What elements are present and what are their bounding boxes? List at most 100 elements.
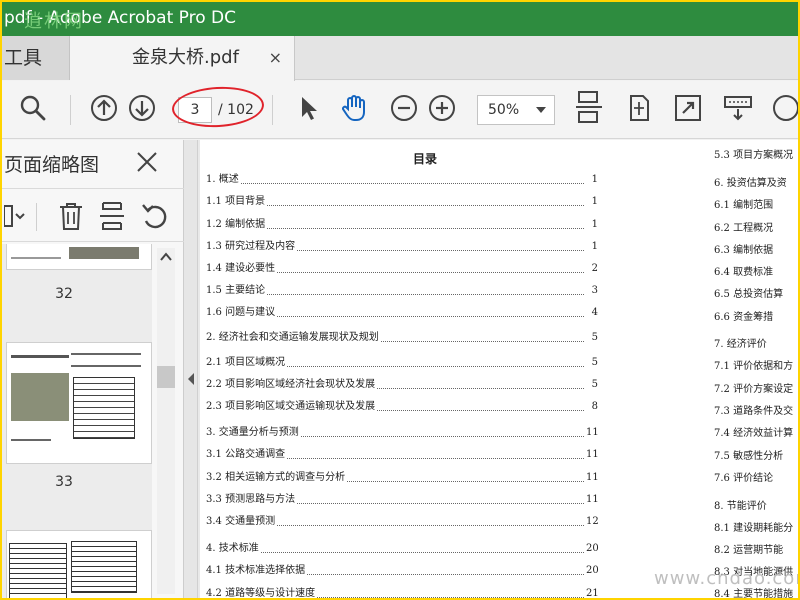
toc-entry-title: 1.3 研究过程及内容 bbox=[206, 241, 296, 252]
toc-entry[interactable]: 6.5 总投资估算 bbox=[714, 287, 783, 303]
toc-entry[interactable]: 3.1 公路交通调查 11 bbox=[206, 447, 599, 463]
toc-leader-dots bbox=[267, 217, 584, 229]
toc-entry[interactable]: 3.3 预测思路与方法 11 bbox=[206, 492, 599, 508]
thumbnail-text-block bbox=[71, 353, 141, 367]
thumbnail-photo bbox=[11, 373, 69, 421]
toc-entry[interactable]: 2.1 项目区域概况 5 bbox=[206, 355, 598, 371]
toc-entry[interactable]: 6.2 工程概况 bbox=[714, 221, 773, 237]
toc-entry-page: 11 bbox=[586, 494, 599, 505]
scrollbar-thumb[interactable] bbox=[157, 366, 175, 388]
toc-entry[interactable]: 3.4 交通量预测 12 bbox=[206, 514, 599, 530]
toc-entry[interactable]: 4.2 道路等级与设计速度 21 bbox=[206, 586, 599, 598]
toc-entry[interactable]: 3. 交通量分析与预测 11 bbox=[206, 425, 599, 441]
toc-entry[interactable]: 4.1 技术标准选择依据 20 bbox=[206, 563, 599, 579]
toc-leader-dots bbox=[347, 470, 584, 482]
panel-collapse-handle[interactable] bbox=[184, 140, 198, 598]
toc-entry[interactable]: 1.1 项目背景 1 bbox=[206, 194, 598, 210]
thumbnail-text-line bbox=[11, 257, 61, 259]
hand-tool-icon[interactable] bbox=[339, 93, 369, 123]
toc-entry[interactable]: 2.3 项目影响区域交通运输现状及发展 8 bbox=[206, 399, 598, 415]
toc-entry-title: 3.1 公路交通调查 bbox=[206, 449, 286, 460]
toc-leader-dots bbox=[240, 172, 584, 184]
app-window: pdf - Adobe Acrobat Pro DC 逍林网 工具 金泉大桥.p… bbox=[2, 2, 798, 598]
thumbnail-page-34[interactable] bbox=[6, 530, 152, 598]
keyboard-icon[interactable] bbox=[722, 93, 754, 123]
select-arrow-icon[interactable] bbox=[294, 93, 324, 123]
toc-entry-title: 1.2 编制依据 bbox=[206, 219, 266, 230]
toc-entry[interactable]: 1.3 研究过程及内容 1 bbox=[206, 239, 598, 255]
toc-entry-title: 2.1 项目区域概况 bbox=[206, 357, 286, 368]
toc-entry[interactable]: 7.6 评价结论 bbox=[714, 471, 773, 487]
zoom-in-icon[interactable] bbox=[427, 93, 457, 123]
trash-icon[interactable] bbox=[57, 201, 85, 231]
toc-entry[interactable]: 2.2 项目影响区域经济社会现状及发展 5 bbox=[206, 377, 598, 393]
toc-entry[interactable]: 5.3 项目方案概况 bbox=[714, 148, 793, 164]
fit-width-icon[interactable] bbox=[574, 90, 604, 126]
toc-entry[interactable]: 6.4 取费标准 bbox=[714, 265, 773, 281]
previous-page-icon[interactable] bbox=[89, 93, 119, 123]
full-screen-icon[interactable] bbox=[673, 93, 703, 123]
thumbnail-page-33[interactable] bbox=[6, 342, 152, 464]
tab-tools[interactable]: 工具 bbox=[2, 36, 70, 80]
toc-entry[interactable]: 7.5 敏感性分析 bbox=[714, 449, 783, 465]
toolbar-divider bbox=[70, 95, 71, 125]
toc-entry[interactable]: 8.1 建设期耗能分 bbox=[714, 521, 793, 537]
chevron-left-icon[interactable] bbox=[186, 372, 196, 386]
close-icon[interactable] bbox=[135, 150, 159, 174]
next-page-icon[interactable] bbox=[127, 93, 157, 123]
zoom-out-icon[interactable] bbox=[389, 93, 419, 123]
toc-leader-dots bbox=[317, 586, 584, 598]
thumbnail-photo bbox=[69, 247, 139, 259]
extract-pages-icon[interactable] bbox=[98, 201, 126, 231]
search-icon[interactable] bbox=[18, 93, 48, 123]
toc-entry[interactable]: 6.1 编制范围 bbox=[714, 198, 773, 214]
toc-entry[interactable]: 1.5 主要结论 3 bbox=[206, 283, 598, 299]
toc-leader-dots bbox=[287, 355, 584, 367]
panel-title: 页面缩略图 bbox=[4, 154, 100, 176]
toc-entry[interactable]: 7.1 评价依据和方 bbox=[714, 359, 793, 375]
chevron-up-icon[interactable] bbox=[160, 252, 172, 262]
thumbnail-label: 32 bbox=[55, 286, 73, 302]
toc-entry[interactable]: 8. 节能评价 bbox=[714, 499, 767, 515]
toc-entry[interactable]: 1.2 编制依据 1 bbox=[206, 217, 598, 233]
toc-entry-page: 11 bbox=[586, 427, 599, 438]
tab-close-button[interactable]: × bbox=[269, 36, 282, 80]
toc-entry[interactable]: 1.4 建设必要性 2 bbox=[206, 261, 598, 277]
thumbnail-page-32[interactable] bbox=[6, 244, 152, 270]
toc-entry-title: 1.1 项目背景 bbox=[206, 196, 266, 207]
toc-entry[interactable]: 7.2 评价方案设定 bbox=[714, 382, 793, 398]
chevron-down-icon bbox=[536, 107, 546, 113]
thumbnail-table bbox=[9, 543, 67, 598]
toc-entry[interactable]: 2. 经济社会和交通运输发展现状及规划 5 bbox=[206, 330, 598, 346]
toc-entry[interactable]: 4. 技术标准 20 bbox=[206, 541, 599, 557]
toc-entry[interactable]: 7.4 经济效益计算 bbox=[714, 426, 793, 442]
tab-document[interactable]: 金泉大桥.pdf × bbox=[70, 36, 295, 81]
document-viewport[interactable]: 目录 1. 概述 1 1.1 项目背景 1 1.2 编制依据 1 1.3 研究过程及内容 1 1… bbox=[198, 140, 798, 598]
comment-icon[interactable] bbox=[770, 93, 798, 123]
page-thumbnails-panel: 页面缩略图 32 33 bbox=[2, 140, 184, 598]
toc-leader-dots bbox=[377, 399, 584, 411]
fit-page-icon[interactable] bbox=[624, 93, 654, 123]
toc-entry-title: 1. 概述 bbox=[206, 174, 239, 185]
rotate-icon[interactable] bbox=[140, 201, 168, 231]
toc-entry[interactable]: 7. 经济评价 bbox=[714, 337, 767, 353]
toc-entry[interactable]: 3.2 相关运输方式的调查与分析 11 bbox=[206, 470, 599, 486]
tab-document-label: 金泉大桥.pdf bbox=[132, 47, 239, 68]
toc-entry[interactable]: 8.2 运营期节能 bbox=[714, 543, 783, 559]
thumbnail-scrollbar[interactable] bbox=[157, 248, 175, 594]
toc-entry[interactable]: 6.6 资金筹措 bbox=[714, 310, 773, 326]
toc-entry[interactable]: 1.6 问题与建议 4 bbox=[206, 305, 598, 321]
toc-entry[interactable]: 7.3 道路条件及交 bbox=[714, 404, 793, 420]
toc-entry[interactable]: 1. 概述 1 bbox=[206, 172, 598, 188]
toc-entry-title: 4. 技术标准 bbox=[206, 543, 259, 554]
options-dropdown-icon[interactable] bbox=[4, 203, 26, 229]
toc-entry-page: 1 bbox=[591, 196, 598, 207]
toc-entry-title: 2. 经济社会和交通运输发展现状及规划 bbox=[206, 332, 379, 343]
toc-entry[interactable]: 6. 投资估算及资 bbox=[714, 176, 787, 192]
zoom-select[interactable]: 50% bbox=[477, 95, 555, 125]
toc-entry-page: 1 bbox=[591, 174, 598, 185]
toc-leader-dots bbox=[377, 377, 584, 389]
toc-leader-dots bbox=[380, 330, 584, 342]
toc-entry-page: 5 bbox=[591, 332, 598, 343]
toc-entry[interactable]: 6.3 编制依据 bbox=[714, 243, 773, 259]
